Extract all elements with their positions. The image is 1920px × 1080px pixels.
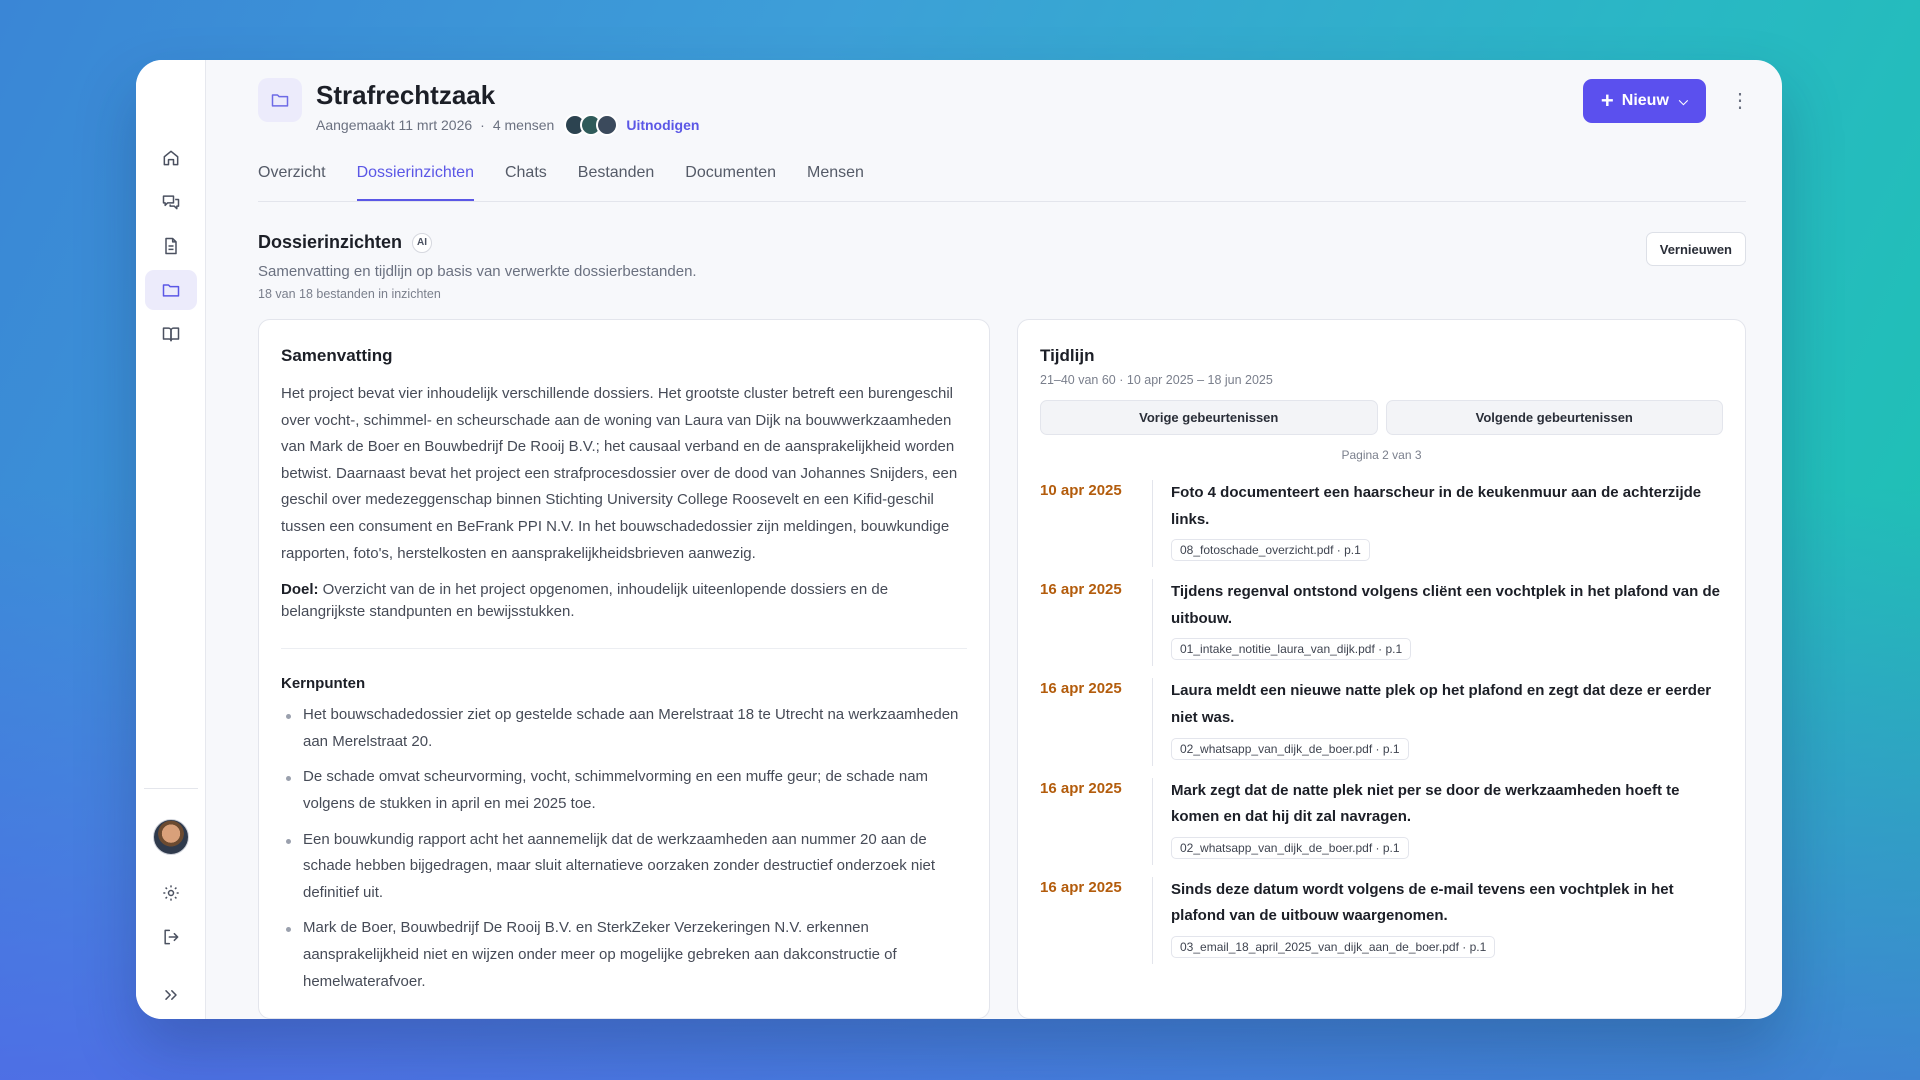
more-options-icon[interactable]: ⋮ (1730, 91, 1750, 111)
tab-mensen[interactable]: Mensen (807, 158, 864, 201)
list-item: Een bouwkundig rapport acht het aannemel… (281, 827, 967, 907)
insight-cards: Samenvatting Het project bevat vier inho… (258, 319, 1746, 1019)
timeline-events: 10 apr 2025 Foto 4 documenteert een haar… (1040, 480, 1723, 964)
timeline-event: 16 apr 2025 Laura meldt een nieuwe natte… (1040, 678, 1723, 766)
nav-chats[interactable] (145, 182, 197, 222)
nav-documents[interactable] (145, 226, 197, 266)
project-tabs: Overzicht Dossierinzichten Chats Bestand… (258, 158, 1746, 202)
document-icon (164, 237, 177, 255)
project-header: Strafrechtzaak Aangemaakt 11 mrt 2026 · … (258, 78, 1750, 136)
invite-link[interactable]: Uitnodigen (626, 117, 699, 133)
chat-icon (162, 195, 179, 210)
project-folder-tile (258, 78, 302, 122)
source-chip[interactable]: 01_intake_notitie_laura_van_dijk.pdf · p… (1171, 638, 1412, 661)
project-meta: Aangemaakt 11 mrt 2026 · 4 mensen Uitnod… (316, 114, 699, 136)
event-date: 16 apr 2025 (1040, 581, 1122, 599)
new-button[interactable]: + Nieuw ⌵ (1582, 79, 1706, 123)
event-date: 10 apr 2025 (1040, 482, 1122, 499)
timeline-card: Tijdlijn 21–40 van 60 · 10 apr 2025 – 18… (1017, 319, 1746, 1019)
timeline-event: 10 apr 2025 Foto 4 documenteert een haar… (1040, 480, 1723, 568)
section-title-text: Dossierinzichten (258, 232, 403, 252)
timeline-title: Tijdlijn (1040, 346, 1095, 365)
files-in-insights: 18 van 18 bestanden in inzichten (258, 287, 441, 301)
timeline-range: 21–40 van 60 · 10 apr 2025 – 18 jun 2025 (1040, 373, 1273, 387)
timeline-event: 16 apr 2025 Mark zegt dat de natte plek … (1040, 777, 1723, 865)
app-window: Strafrechtzaak Aangemaakt 11 mrt 2026 · … (136, 60, 1782, 1019)
key-points-title: Kernpunten (281, 675, 366, 693)
member-avatars[interactable] (556, 114, 619, 136)
event-date: 16 apr 2025 (1040, 680, 1122, 698)
nav-logout[interactable] (145, 917, 197, 957)
book-icon (162, 327, 179, 342)
tab-chats[interactable]: Chats (505, 158, 547, 201)
summary-text: Het project bevat vier inhoudelijk versc… (281, 385, 958, 562)
event-date: 16 apr 2025 (1040, 779, 1122, 797)
list-item: De schade omvat scheurvorming, vocht, sc… (281, 764, 967, 817)
home-icon (163, 150, 178, 166)
tab-overzicht[interactable]: Overzicht (258, 158, 326, 201)
app-logo[interactable] (154, 80, 188, 118)
next-events-button[interactable]: Volgende gebeurtenissen (1385, 400, 1723, 435)
event-date: 16 apr 2025 (1040, 878, 1122, 896)
sidebar (136, 60, 206, 1019)
section-subtitle: Samenvatting en tijdlijn op basis van ve… (258, 263, 697, 280)
expand-sidebar-button[interactable] (145, 975, 197, 1015)
summary-card: Samenvatting Het project bevat vier inho… (258, 319, 990, 1019)
ai-badge: AI (412, 232, 433, 253)
new-button-label: Nieuw (1621, 92, 1669, 109)
folder-icon (271, 94, 289, 107)
list-item: Het bouwschadedossier ziet op gestelde s… (281, 702, 967, 755)
tab-documenten[interactable]: Documenten (685, 158, 776, 201)
summary-title: Samenvatting (281, 346, 393, 365)
user-avatar[interactable] (152, 819, 189, 855)
key-points-list: Het bouwschadedossier ziet op gestelde s… (281, 702, 967, 995)
chevron-down-icon: ⌵ (1678, 93, 1688, 108)
nav-home[interactable] (145, 138, 197, 178)
source-chip[interactable]: 02_whatsapp_van_dijk_de_boer.pdf · p.1 (1171, 836, 1409, 859)
nav-library[interactable] (145, 314, 197, 354)
tab-dossierinzichten[interactable]: Dossierinzichten (356, 158, 474, 201)
timeline-page-indicator: Pagina 2 van 3 (1341, 448, 1422, 462)
timeline-event: 16 apr 2025 Sinds deze datum wordt volge… (1040, 876, 1723, 964)
page-title: Strafrechtzaak (316, 80, 496, 110)
member-avatar (596, 114, 619, 136)
goal-label: Doel: (281, 581, 319, 599)
event-text: Foto 4 documenteert een haarscheur in de… (1171, 484, 1702, 528)
people-count: 4 mensen (492, 117, 555, 133)
main-content: Strafrechtzaak Aangemaakt 11 mrt 2026 · … (206, 60, 1782, 1019)
goal-text: Overzicht van de in het project opgenome… (281, 581, 889, 621)
previous-events-button[interactable]: Vorige gebeurtenissen (1040, 400, 1378, 435)
sidebar-divider (143, 788, 198, 789)
chevrons-right-icon (164, 990, 177, 1000)
source-chip[interactable]: 03_email_18_april_2025_van_dijk_aan_de_b… (1171, 935, 1496, 958)
plus-icon: + (1600, 88, 1614, 113)
nav-projects[interactable] (144, 270, 197, 310)
timeline-nav: Vorige gebeurtenissen Volgende gebeurten… (1040, 400, 1723, 435)
event-text: Laura meldt een nieuwe natte plek op het… (1171, 682, 1712, 726)
event-text: Tijdens regenval ontstond volgens cliënt… (1171, 583, 1720, 627)
source-chip[interactable]: 08_fotoschade_overzicht.pdf · p.1 (1171, 539, 1370, 562)
insights-header: Dossierinzichten AI Samenvatting en tijd… (258, 232, 1746, 301)
logout-icon (163, 929, 178, 945)
source-chip[interactable]: 02_whatsapp_van_dijk_de_boer.pdf · p.1 (1171, 737, 1409, 760)
tab-bestanden[interactable]: Bestanden (578, 158, 655, 201)
summary-goal: Doel: Overzicht van de in het project op… (281, 579, 967, 623)
folder-icon (162, 284, 179, 297)
timeline-event: 16 apr 2025 Tijdens regenval ontstond vo… (1040, 579, 1723, 667)
event-text: Mark zegt dat de natte plek niet per se … (1171, 781, 1680, 826)
section-title: Dossierinzichten AI (258, 232, 697, 253)
meta-separator: · (480, 117, 485, 133)
nav-settings[interactable] (145, 873, 197, 913)
created-date: Aangemaakt 11 mrt 2026 (316, 117, 473, 133)
event-text: Sinds deze datum wordt volgens de e-mail… (1171, 880, 1674, 925)
divider (281, 648, 967, 650)
refresh-button[interactable]: Vernieuwen (1645, 232, 1746, 266)
gear-icon (162, 885, 179, 901)
list-item: Mark de Boer, Bouwbedrijf De Rooij B.V. … (281, 915, 967, 995)
